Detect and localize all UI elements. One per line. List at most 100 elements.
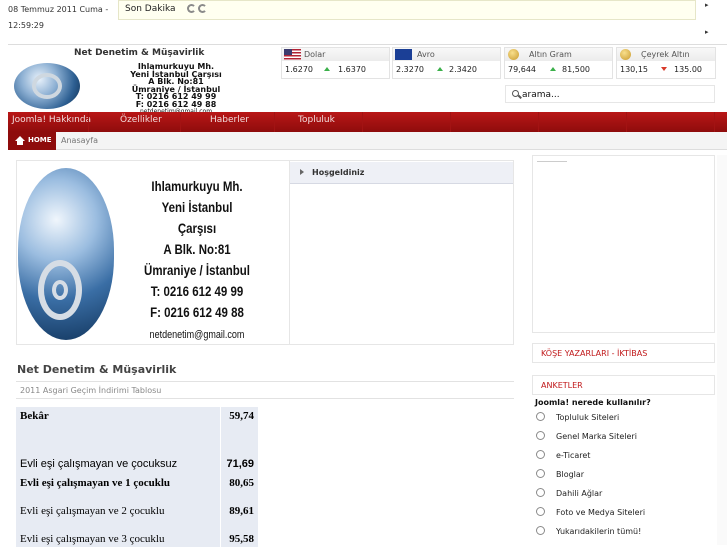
site-logo[interactable]: Net Denetim & Müşavirlik Ihlamurkuyu Mh.… bbox=[8, 45, 276, 115]
currency-buy: 79,644 bbox=[508, 65, 536, 74]
heading-label: KÖŞE YAZARLARI - İKTİBAS bbox=[541, 349, 648, 358]
main-menu: Joomla! Hakkında Özellikler Haberler Top… bbox=[8, 112, 727, 132]
poll-option[interactable]: Yukarıdakilerin tümü! bbox=[534, 524, 706, 543]
currency-buy: 130,15 bbox=[620, 65, 648, 74]
search-icon bbox=[512, 90, 519, 97]
welcome-box[interactable]: Hoşgeldiniz bbox=[290, 162, 513, 184]
divider bbox=[16, 398, 514, 399]
poll-option-label: e-Ticaret bbox=[556, 451, 591, 460]
news-next-icon[interactable] bbox=[198, 4, 207, 13]
currency-sell: 135.00 bbox=[674, 65, 702, 74]
trend-up-icon bbox=[437, 67, 443, 71]
radio-icon[interactable] bbox=[536, 431, 545, 440]
heading-label: ANKETLER bbox=[541, 381, 583, 390]
menu-separator bbox=[362, 112, 363, 132]
table-column-divider bbox=[220, 407, 221, 547]
currency-name: Dolar bbox=[304, 50, 326, 59]
card-line: T: 0216 612 49 99 bbox=[150, 283, 244, 299]
divider bbox=[289, 160, 290, 345]
poll-option[interactable]: Genel Marka Siteleri bbox=[534, 429, 706, 448]
table-cell-label: Evli eşi çalışmayan ve 2 çocuklu bbox=[20, 505, 165, 517]
poll-option[interactable]: e-Ticaret bbox=[534, 448, 706, 467]
currency-altin-gram: Altın Gram 79,644 81,500 bbox=[504, 47, 613, 79]
agi-table: Bekâr 59,74 Evli eşi çalışmayan ve çocuk… bbox=[16, 407, 258, 547]
card-line: A Blk. No:81 bbox=[163, 241, 231, 257]
menu-separator bbox=[714, 112, 715, 132]
menu-separator bbox=[626, 112, 627, 132]
contact-card: Ihlamurkuyu Mh. Yeni İstanbul Çarşısı A … bbox=[132, 176, 262, 346]
sidebar-heading-kose-yazarlari[interactable]: KÖŞE YAZARLARI - İKTİBAS bbox=[532, 343, 715, 363]
trend-up-icon bbox=[324, 67, 330, 71]
poll-option-label: Foto ve Medya Siteleri bbox=[556, 508, 646, 517]
poll-option[interactable]: Bloglar bbox=[534, 467, 706, 486]
sidebar-module bbox=[532, 155, 715, 333]
globe-logo-icon bbox=[14, 63, 80, 109]
table-cell-value: 80,65 bbox=[229, 477, 254, 489]
divider bbox=[16, 381, 514, 382]
currency-sell: 81,500 bbox=[562, 65, 590, 74]
table-cell-value: 71,69 bbox=[226, 458, 254, 470]
news-controls bbox=[187, 4, 207, 13]
article-title[interactable]: Net Denetim & Müşavirlik bbox=[17, 363, 176, 376]
menu-separator bbox=[88, 112, 89, 132]
logo-title: Net Denetim & Müşavirlik bbox=[74, 48, 205, 58]
radio-icon[interactable] bbox=[536, 469, 545, 478]
breadcrumb-current: Anasayfa bbox=[61, 136, 98, 145]
search-input[interactable] bbox=[522, 87, 707, 102]
article-subtitle: 2011 Asgari Geçim İndirimi Tablosu bbox=[20, 386, 162, 395]
menu-separator bbox=[538, 112, 539, 132]
table-cell-label: Evli eşi çalışmayan ve 1 çocuklu bbox=[20, 477, 171, 489]
menu-separator bbox=[274, 112, 275, 132]
scrollbar[interactable] bbox=[717, 155, 727, 545]
table-cell-label: Evli eşi çalışmayan ve 3 çocuklu bbox=[20, 533, 165, 545]
radio-icon[interactable] bbox=[536, 526, 545, 535]
poll-option-label: Yukarıdakilerin tümü! bbox=[556, 527, 642, 536]
radio-icon[interactable] bbox=[536, 488, 545, 497]
poll-option-label: Bloglar bbox=[556, 470, 585, 479]
currency-name: Çeyrek Altın bbox=[641, 50, 690, 59]
trend-up-icon bbox=[550, 67, 556, 71]
poll-option[interactable]: Topluluk Siteleri bbox=[534, 410, 706, 429]
currency-ceyrek-altin: Çeyrek Altın 130,15 135.00 bbox=[616, 47, 716, 79]
home-link[interactable]: HOME bbox=[8, 132, 56, 150]
sidebar-heading-anketler: ANKETLER bbox=[532, 375, 715, 395]
radio-icon[interactable] bbox=[536, 412, 545, 421]
radio-icon[interactable] bbox=[536, 450, 545, 459]
poll-option-label: Dahili Ağlar bbox=[556, 489, 603, 498]
poll-option[interactable]: Foto ve Medya Siteleri bbox=[534, 505, 706, 524]
module-stub bbox=[537, 161, 567, 162]
menu-separator bbox=[450, 112, 451, 132]
news-prev-icon[interactable] bbox=[187, 4, 196, 13]
gold-coin-icon bbox=[508, 49, 519, 60]
table-cell-label: Bekâr bbox=[20, 410, 49, 422]
currency-sell: 1.6370 bbox=[338, 65, 366, 74]
table-cell-label: Evli eşi çalışmayan ve çocuksuz bbox=[20, 458, 178, 470]
poll-option[interactable]: Dahili Ağlar bbox=[534, 486, 706, 505]
search-box bbox=[505, 85, 715, 103]
trend-down-icon bbox=[661, 67, 667, 71]
currency-name: Altın Gram bbox=[529, 50, 572, 59]
menu-item-haberler[interactable]: Haberler bbox=[210, 115, 249, 125]
table-cell-value: 89,61 bbox=[229, 505, 254, 517]
card-email: netdenetim@gmail.com bbox=[149, 329, 245, 341]
menu-item-ozellikler[interactable]: Özellikler bbox=[120, 115, 162, 125]
welcome-label: Hoşgeldiniz bbox=[312, 168, 365, 177]
breaking-news-label: Son Dakika bbox=[125, 4, 176, 14]
poll-option-label: Topluluk Siteleri bbox=[556, 413, 620, 422]
arrow-right-icon bbox=[300, 169, 304, 175]
breadcrumb: HOME Anasayfa bbox=[8, 132, 727, 150]
top-strip: 08 Temmuz 2011 Cuma - 12:59:29 Son Dakik… bbox=[0, 0, 727, 44]
breaking-news-bar: Son Dakika bbox=[118, 0, 696, 20]
scroll-right-icon[interactable]: ▸ bbox=[705, 1, 709, 9]
scroll-right-icon[interactable]: ▸ bbox=[705, 28, 709, 36]
menu-item-topluluk[interactable]: Topluluk bbox=[298, 115, 335, 125]
card-line: Ümraniye / İstanbul bbox=[144, 262, 250, 278]
eu-flag-icon bbox=[395, 49, 412, 60]
poll-question: Joomla! nerede kullanılır? bbox=[535, 398, 651, 407]
radio-icon[interactable] bbox=[536, 507, 545, 516]
currency-buy: 1.6270 bbox=[285, 65, 313, 74]
menu-item-joomla-hakkinda[interactable]: Joomla! Hakkında bbox=[12, 115, 91, 125]
table-cell-value: 95,58 bbox=[229, 533, 254, 545]
globe-logo-icon bbox=[18, 168, 114, 340]
poll-option-label: Genel Marka Siteleri bbox=[556, 432, 637, 441]
